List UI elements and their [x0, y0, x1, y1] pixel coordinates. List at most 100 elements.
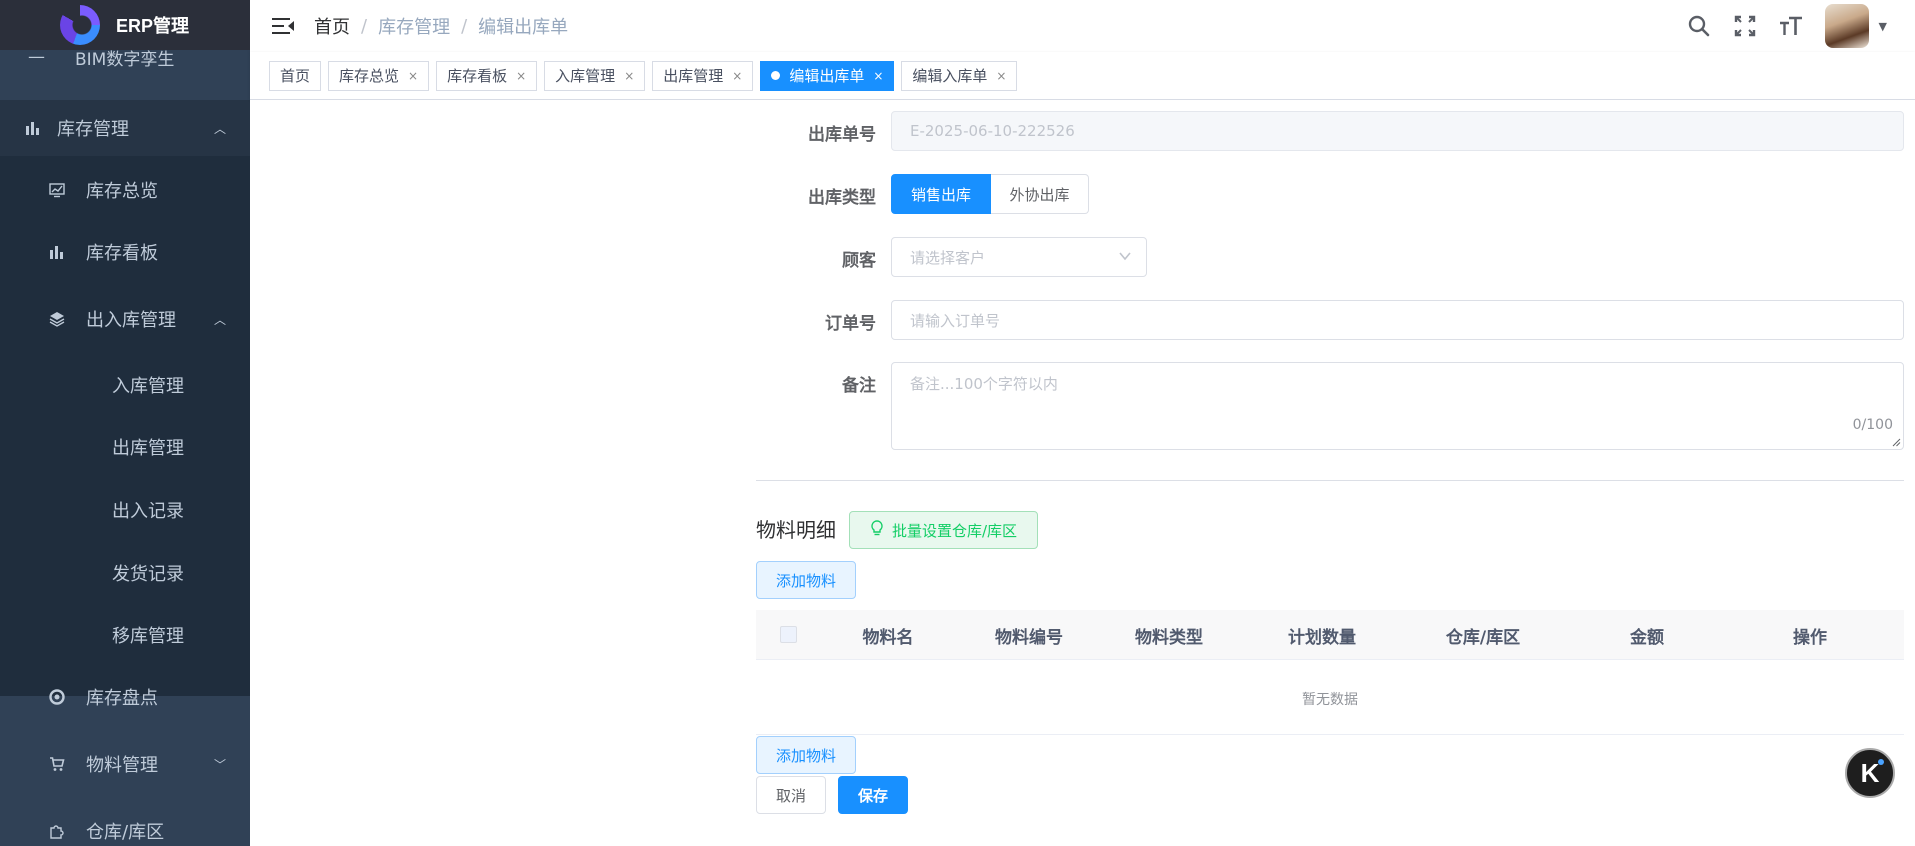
close-icon[interactable]: ×	[624, 69, 634, 83]
active-dot-icon	[771, 71, 781, 80]
order-no-value: E-2025-06-10-222526	[910, 122, 1075, 140]
sidebar: — BIM数字孪生 ERP管理 库存管理 ︿ 库存总览 库存看板 出入库管理 ︿…	[0, 0, 250, 846]
chevron-down-icon: ﹀	[213, 757, 226, 772]
floating-k-label: K	[1860, 757, 1880, 788]
breadcrumb-current: 编辑出库单	[478, 17, 569, 38]
column-header[interactable]: 金额	[1582, 610, 1712, 660]
breadcrumb-inventory[interactable]: 库存管理	[378, 13, 450, 39]
tag-edit-outbound[interactable]: 编辑出库单 ×	[760, 60, 895, 91]
layers-icon	[48, 310, 66, 328]
sidebar-item-label: 出库管理	[112, 438, 184, 459]
remark-label: 备注	[842, 376, 876, 396]
sidebar-item-label: 库存盘点	[86, 688, 158, 709]
sidebar-item-warehouse[interactable]: 仓库/库区	[0, 803, 250, 846]
close-icon[interactable]: ×	[873, 69, 883, 83]
sidebar-item-label: 出入记录	[112, 501, 184, 522]
sidebar-item-records[interactable]: 出入记录	[0, 482, 250, 538]
avatar[interactable]	[1824, 4, 1869, 48]
column-header[interactable]: 仓库/库区	[1418, 610, 1548, 660]
puzzle-icon	[48, 822, 66, 840]
cart-icon	[48, 755, 66, 773]
floating-k-button[interactable]: K	[1845, 748, 1895, 798]
sidebar-item-outbound[interactable]: 出库管理	[0, 419, 250, 475]
sidebar-item-stocktake[interactable]: 库存盘点	[0, 669, 250, 725]
sidebar-item-overview[interactable]: 库存总览	[0, 162, 250, 218]
tag-label: 首页	[280, 67, 311, 85]
sidebar-item-label: 出入库管理	[86, 310, 176, 331]
materials-title: 物料明细	[756, 518, 836, 542]
cancel-button[interactable]: 取消	[756, 776, 826, 814]
sidebar-item-label: 仓库/库区	[86, 822, 165, 843]
sidebar-item-label: 移库管理	[112, 626, 184, 647]
breadcrumb: 首页 / 库存管理 / 编辑出库单	[314, 13, 568, 39]
column-header[interactable]: 操作	[1745, 610, 1875, 660]
add-material-button[interactable]: 添加物料	[756, 561, 856, 599]
customer-select[interactable]: 请选择客户	[891, 237, 1147, 277]
sidebar-item-label: 库存总览	[86, 181, 158, 202]
order-no-input: E-2025-06-10-222526	[891, 111, 1904, 151]
column-header[interactable]: 物料名	[823, 610, 953, 660]
aperture-icon	[48, 688, 66, 706]
customer-placeholder: 请选择客户	[910, 248, 986, 267]
column-header[interactable]: 计划数量	[1257, 610, 1387, 660]
tag-inventory-overview[interactable]: 库存总览 ×	[328, 60, 430, 91]
close-icon[interactable]: ×	[516, 69, 526, 83]
close-icon[interactable]: ×	[408, 69, 418, 83]
radio-sales-outbound[interactable]: 销售出库	[891, 174, 991, 214]
sidebar-item-label: 物料管理	[86, 755, 158, 776]
tag-label: 库存看板	[447, 67, 508, 85]
caret-down-icon[interactable]: ▼	[1879, 20, 1887, 33]
remark-textarea[interactable]: 备注...100个字符以内 0/100	[891, 362, 1904, 450]
save-button[interactable]: 保存	[838, 776, 908, 814]
select-all-checkbox[interactable]	[780, 626, 797, 643]
sidebar-item-label: 入库管理	[112, 376, 184, 397]
tag-inbound[interactable]: 入库管理 ×	[544, 60, 646, 91]
order-no-label: 出库单号	[808, 125, 876, 145]
sidebar-item-inventory[interactable]: 库存管理 ︿	[0, 100, 250, 156]
sidebar-item-label: 库存管理	[57, 119, 129, 140]
sidebar-item-transfer[interactable]: 移库管理	[0, 607, 250, 663]
app-logo[interactable]: ERP管理	[0, 0, 250, 50]
tag-label: 编辑入库单	[912, 67, 988, 85]
char-count: 0/100	[1852, 417, 1893, 433]
sidebar-item-inbound[interactable]: 入库管理	[0, 357, 250, 413]
bulb-icon	[870, 520, 884, 540]
hamburger-icon[interactable]	[272, 17, 294, 35]
tag-inventory-board[interactable]: 库存看板 ×	[436, 60, 538, 91]
tag-home[interactable]: 首页	[269, 60, 322, 91]
sales-order-placeholder: 请输入订单号	[910, 311, 1001, 330]
sidebar-item-inout[interactable]: 出入库管理 ︿	[0, 291, 250, 347]
table-bottom-border	[756, 734, 1904, 735]
add-material-button-bottom[interactable]: 添加物料	[756, 736, 856, 774]
breadcrumb-home[interactable]: 首页	[314, 13, 350, 39]
font-size-icon[interactable]	[1779, 14, 1803, 38]
chevron-down-icon	[1118, 249, 1132, 267]
sidebar-item-shipping[interactable]: 发货记录	[0, 545, 250, 601]
tag-outbound[interactable]: 出库管理 ×	[652, 60, 754, 91]
customer-label: 顾客	[842, 251, 876, 271]
search-icon[interactable]	[1687, 14, 1711, 38]
sidebar-item-board[interactable]: 库存看板	[0, 224, 250, 280]
sidebar-item-materials[interactable]: 物料管理 ﹀	[0, 736, 250, 792]
remark-placeholder: 备注...100个字符以内	[910, 375, 1058, 393]
bar-chart-icon	[48, 243, 66, 261]
resize-handle-icon[interactable]	[1892, 438, 1901, 447]
breadcrumb-separator: /	[361, 15, 368, 37]
fullscreen-icon[interactable]	[1733, 14, 1757, 38]
close-icon[interactable]: ×	[732, 69, 742, 83]
tag-label: 出库管理	[663, 67, 724, 85]
batch-set-warehouse-button[interactable]: 批量设置仓库/库区	[849, 511, 1038, 549]
radio-outsourcing-outbound[interactable]: 外协出库	[991, 174, 1089, 214]
batch-set-label: 批量设置仓库/库区	[891, 521, 1018, 540]
materials-table-header: 物料名 物料编号 物料类型 计划数量 仓库/库区 金额 操作	[756, 610, 1904, 660]
tags-view: 首页 库存总览 × 库存看板 × 入库管理 × 出库管理 × 编辑出库单 × 编…	[250, 52, 1915, 100]
column-header[interactable]: 物料类型	[1104, 610, 1234, 660]
sales-order-input[interactable]: 请输入订单号	[891, 300, 1904, 340]
logo-icon	[60, 5, 100, 45]
close-icon[interactable]: ×	[996, 69, 1006, 83]
column-header[interactable]: 物料编号	[964, 610, 1094, 660]
tag-edit-inbound[interactable]: 编辑入库单 ×	[901, 60, 1018, 91]
chevron-up-icon: ︿	[213, 121, 226, 136]
app-title: ERP管理	[116, 16, 190, 36]
outbound-type-label: 出库类型	[808, 188, 876, 208]
